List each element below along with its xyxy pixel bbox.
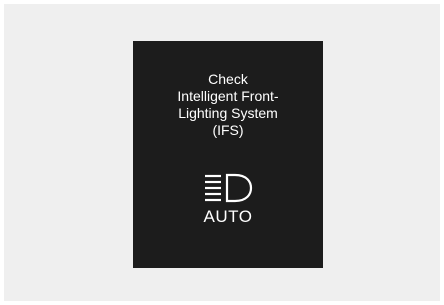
figure-background: Check Intelligent Front- Lighting System… xyxy=(4,4,440,301)
warning-line-system-name-cont: Lighting System xyxy=(178,105,278,121)
warning-message: Check Intelligent Front- Lighting System… xyxy=(133,71,323,139)
auto-indicator-label: AUTO xyxy=(203,207,253,226)
warning-line-check: Check xyxy=(208,71,248,87)
warning-line-abbreviation: (IFS) xyxy=(212,122,244,138)
warning-line-system-name: Intelligent Front- xyxy=(177,88,279,104)
cluster-warning-display: Check Intelligent Front- Lighting System… xyxy=(133,41,323,268)
auto-headlight-icon xyxy=(205,173,253,203)
